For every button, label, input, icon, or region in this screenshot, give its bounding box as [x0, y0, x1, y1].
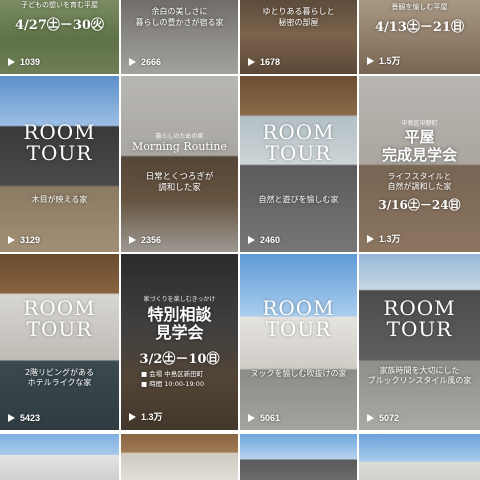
room-tour-title: ROOM TOUR	[383, 296, 456, 341]
play-icon	[8, 414, 15, 422]
reel-tile[interactable]	[240, 434, 357, 480]
tile-caption: 景観を愉しむ平屋	[391, 3, 448, 11]
view-count: 1039	[8, 57, 40, 67]
tile-caption: 家族時間を大切にした ブルックリンスタイル風の家	[367, 366, 472, 386]
reel-tile[interactable]	[359, 434, 480, 480]
view-count: 2460	[248, 235, 280, 245]
reel-tile[interactable]: ROOM TOUR 家族時間を大切にした ブルックリンスタイル風の家 5072	[359, 254, 480, 430]
tile-title: 特別相談 見学会	[147, 305, 212, 343]
play-icon	[8, 236, 15, 244]
reel-tile[interactable]: 子どもの想いを育む平屋 4/27㊏－30㊋ 1039	[0, 0, 119, 74]
room-tour-title: ROOM TOUR	[262, 296, 335, 341]
reel-tile[interactable]: ROOM TOUR 自然と遊びを愉しむ家 2460	[240, 76, 357, 252]
view-count: 2356	[129, 235, 161, 245]
view-count: 5072	[367, 413, 399, 423]
reel-tile[interactable]: ROOM TOUR 2階リビングがある ホテルライクな家 5423	[0, 254, 119, 430]
play-icon	[248, 58, 255, 66]
reel-tile[interactable]: 景観を愉しむ平屋 4/13㊏－21㊐ 1.5万	[359, 0, 480, 74]
room-tour-title: ROOM TOUR	[23, 296, 96, 341]
tile-caption: 子どもの想いを育む平屋	[21, 1, 98, 9]
view-count: 1.5万	[367, 54, 401, 67]
play-icon	[248, 414, 255, 422]
view-count: 2666	[129, 57, 161, 67]
reel-tile[interactable]: 家づくりを楽しむきっかけ 特別相談 見学会 3/2㊏－10㊐ ■ 会場 中島区新…	[121, 254, 238, 430]
play-icon	[129, 58, 136, 66]
play-icon	[367, 56, 374, 65]
tile-caption: 2階リビングがある ホテルライクな家	[24, 368, 95, 388]
tile-caption: ゆとりある暮らしと 秘密の部屋	[262, 7, 335, 28]
tile-small-caption: 家づくりを楽しむきっかけ	[143, 296, 216, 303]
play-icon	[367, 234, 374, 243]
play-icon	[129, 236, 136, 244]
view-count: 1.3万	[367, 232, 401, 245]
reel-tile[interactable]: 余白の美しさに 暮らしの豊かさが宿る家 2666	[121, 0, 238, 74]
reel-tile[interactable]: ROOM TOUR ヌックを愉しむ吹抜けの家 5061	[240, 254, 357, 430]
tile-caption: 木目が映える家	[31, 195, 88, 204]
play-icon	[367, 414, 374, 422]
tile-date: 3/16㊏－24㊐	[378, 198, 461, 212]
tile-caption: 自然と遊びを愉しむ家	[258, 195, 339, 204]
tile-date: 4/13㊏－21㊐	[375, 20, 464, 35]
reel-tile[interactable]: 暮らしのための家 Morning Routine 日常とくつろぎが 調和した家 …	[121, 76, 238, 252]
tile-title: Morning Routine	[132, 140, 227, 153]
tile-small-caption: 中島区中野町	[401, 120, 438, 127]
view-count: 3129	[8, 235, 40, 245]
play-icon	[8, 58, 15, 66]
reel-tile[interactable]	[0, 434, 119, 480]
view-count: 1.3万	[129, 410, 163, 423]
tile-caption: 日常とくつろぎが 調和した家	[145, 172, 214, 194]
tile-date: 3/2㊏－10㊐	[139, 352, 220, 367]
room-tour-title: ROOM TOUR	[262, 120, 335, 165]
view-count: 5423	[8, 413, 40, 423]
tile-caption: ライフスタイルと 自然が調和した家	[387, 172, 452, 192]
tile-caption: ヌックを愉しむ吹抜けの家	[250, 369, 347, 378]
view-count: 1678	[248, 57, 280, 67]
tile-caption: 余白の美しさに 暮らしの豊かさが宿る家	[135, 7, 224, 28]
tile-info: ■ 会場 中島区新田町 ■ 時間 10:00-19:00	[141, 370, 205, 388]
play-icon	[129, 412, 136, 421]
reel-tile[interactable]: 中島区中野町 平屋 完成見学会 ライフスタイルと 自然が調和した家 3/16㊏－…	[359, 76, 480, 252]
tile-date: 4/27㊏－30㊋	[15, 18, 104, 33]
reel-tile[interactable]	[121, 434, 238, 480]
tile-title: 平屋 完成見学会	[381, 128, 457, 164]
room-tour-title: ROOM TOUR	[23, 120, 96, 165]
tile-small-caption: 暮らしのための家	[155, 133, 204, 140]
reel-tile[interactable]: ROOM TOUR 木目が映える家 3129	[0, 76, 119, 252]
play-icon	[248, 236, 255, 244]
view-count: 5061	[248, 413, 280, 423]
reel-tile[interactable]: ゆとりある暮らしと 秘密の部屋 1678	[240, 0, 357, 74]
